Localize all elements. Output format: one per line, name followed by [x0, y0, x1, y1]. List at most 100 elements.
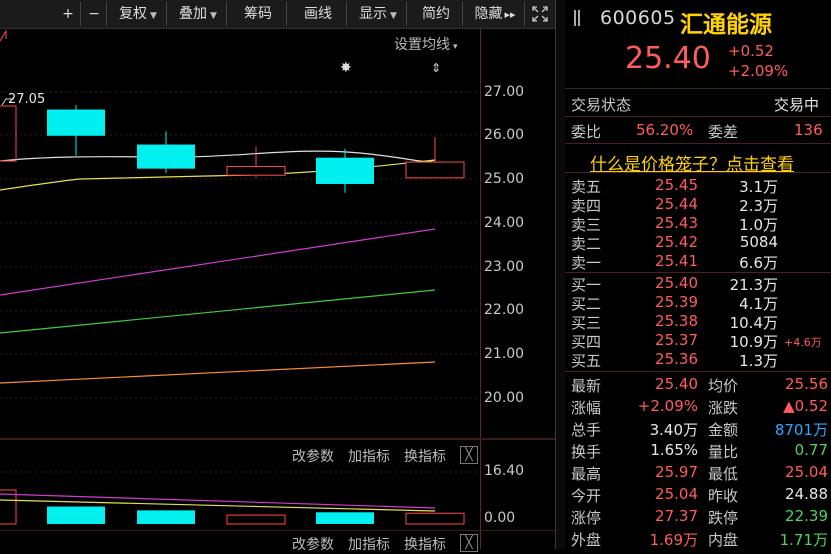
buy2-volume: 4.1万 [739, 295, 778, 313]
jianyue-button[interactable]: 简约 [410, 2, 463, 26]
stock-code: 600605 [600, 7, 676, 29]
turnover-label: 换手 [571, 443, 602, 461]
candle-body[interactable] [226, 165, 286, 176]
volume-bar[interactable] [316, 512, 374, 524]
chevron-down-icon: ▼ [150, 11, 157, 21]
buy1-price[interactable]: 25.40 [648, 274, 698, 292]
sell2-price[interactable]: 25.42 [648, 233, 698, 251]
xianshi-dropdown[interactable]: 显示 ▼ [350, 2, 407, 26]
divider [565, 143, 831, 144]
low-value: 25.04 [785, 463, 828, 481]
xianshi-label: 显示 [359, 6, 388, 22]
trade-status-value: 交易中 [774, 96, 820, 114]
zoom-out-button[interactable]: − [82, 2, 107, 26]
volume-bar-group [47, 506, 465, 525]
panel-toggle-icon[interactable] [573, 10, 583, 26]
diejia-dropdown[interactable]: 叠加 ▼ [170, 2, 227, 26]
jiazhibiao-button[interactable]: 加指标 [348, 446, 390, 466]
huanzhibiao-button-2[interactable]: 换指标 [404, 534, 446, 554]
buy4-price[interactable]: 25.37 [648, 331, 698, 349]
y-tick: 22.00 [484, 302, 525, 318]
volume-ratio-value: 0.77 [794, 441, 828, 459]
volume-bar[interactable] [405, 512, 465, 525]
price-axis-line [480, 28, 481, 549]
high-marker-icon [0, 29, 7, 42]
jiazhibiao-button-2[interactable]: 加指标 [348, 534, 390, 554]
volume-chart[interactable] [0, 470, 480, 530]
fuquan-dropdown[interactable]: 复权 ▼ [110, 2, 167, 26]
sell1-price[interactable]: 25.41 [648, 252, 698, 270]
y-tick: 25.00 [484, 171, 525, 187]
outer-volume-label: 外盘 [571, 531, 602, 549]
buy3-volume: 10.4万 [729, 314, 778, 332]
ma-setting-dropdown[interactable]: 设置均线 ▾ [394, 34, 458, 54]
volume-bar[interactable] [137, 510, 195, 524]
sub-y-tick: 16.40 [484, 463, 525, 479]
candle-partial [0, 105, 17, 162]
close-icon[interactable]: ╳ [460, 534, 478, 552]
y-tick: 21.00 [484, 346, 525, 362]
sell3-price[interactable]: 25.43 [648, 214, 698, 232]
forward-icon: ▸▸ [504, 8, 516, 21]
price-change-pct: +2.09% [728, 62, 789, 80]
y-tick: 23.00 [484, 259, 525, 275]
divider [565, 116, 831, 117]
zoom-in-button[interactable]: + [56, 2, 81, 26]
buy4-label: 买四 [571, 333, 602, 351]
volume-value: 3.40万 [649, 421, 698, 439]
y-tick: 27.00 [484, 84, 525, 100]
volume-bar[interactable] [226, 514, 286, 525]
buy2-price[interactable]: 25.39 [648, 293, 698, 311]
buy3-price[interactable]: 25.38 [648, 312, 698, 330]
buy5-price[interactable]: 25.36 [648, 350, 698, 368]
diejia-label: 叠加 [179, 6, 208, 22]
sub-chart-separator [0, 438, 555, 440]
limit-up-value: 27.37 [655, 507, 698, 525]
yincang-button[interactable]: 隐藏 ▸▸ [466, 2, 525, 26]
ma-line-magenta [0, 228, 436, 296]
sell2-label: 卖二 [571, 235, 602, 253]
sell5-price[interactable]: 25.45 [648, 176, 698, 194]
sell3-volume: 1.0万 [739, 216, 778, 234]
gaicanshu-button[interactable]: 改参数 [292, 446, 334, 466]
amount-label: 金额 [708, 421, 739, 439]
divider [565, 272, 831, 273]
change-label: 涨跌 [708, 399, 739, 417]
candle-body[interactable] [316, 157, 374, 184]
chart-toolbar: + − 复权 ▼ 叠加 ▼ 筹码 画线 显示 ▼ 简约 隐藏 ▸▸ [0, 0, 556, 29]
buy4-volume: 10.9万 [729, 333, 778, 351]
buy1-label: 买一 [571, 276, 602, 294]
divider [565, 371, 831, 372]
sell3-label: 卖三 [571, 216, 602, 234]
buy5-volume: 1.3万 [739, 352, 778, 370]
y-tick: 24.00 [484, 215, 525, 231]
sub-chart2-separator [0, 530, 555, 531]
candle-body[interactable] [405, 161, 465, 179]
limit-down-label: 跌停 [708, 509, 739, 527]
latest-label: 最新 [571, 377, 602, 395]
volume-bar[interactable] [47, 506, 105, 524]
price-change: +0.52 [728, 42, 774, 60]
sell4-label: 卖四 [571, 197, 602, 215]
close-icon[interactable]: ╳ [460, 446, 478, 464]
change-value: ▲0.52 [783, 397, 828, 415]
gaicanshu-button-2[interactable]: 改参数 [292, 534, 334, 554]
yincang-label: 隐藏 [474, 6, 503, 22]
huanzhibiao-button[interactable]: 换指标 [404, 446, 446, 466]
weicha-label: 委差 [708, 123, 739, 141]
candle-body[interactable] [47, 109, 105, 136]
buy3-label: 买三 [571, 314, 602, 332]
inner-volume-value: 1.71万 [779, 531, 828, 549]
divider [565, 88, 831, 89]
event-arrow-icon[interactable]: ⇕ [431, 61, 441, 75]
limit-down-value: 22.39 [785, 507, 828, 525]
prev-close-label: 昨收 [708, 487, 739, 505]
event-star-icon[interactable]: ✸ [340, 60, 352, 76]
chevron-down-icon: ▼ [210, 11, 217, 21]
candle-body[interactable] [137, 144, 195, 169]
volume-ratio-label: 量比 [708, 443, 739, 461]
fullscreen-icon[interactable] [528, 2, 552, 26]
sell4-price[interactable]: 25.44 [648, 195, 698, 213]
huaxian-button[interactable]: 画线 [290, 2, 347, 26]
chouma-button[interactable]: 筹码 [230, 2, 287, 26]
